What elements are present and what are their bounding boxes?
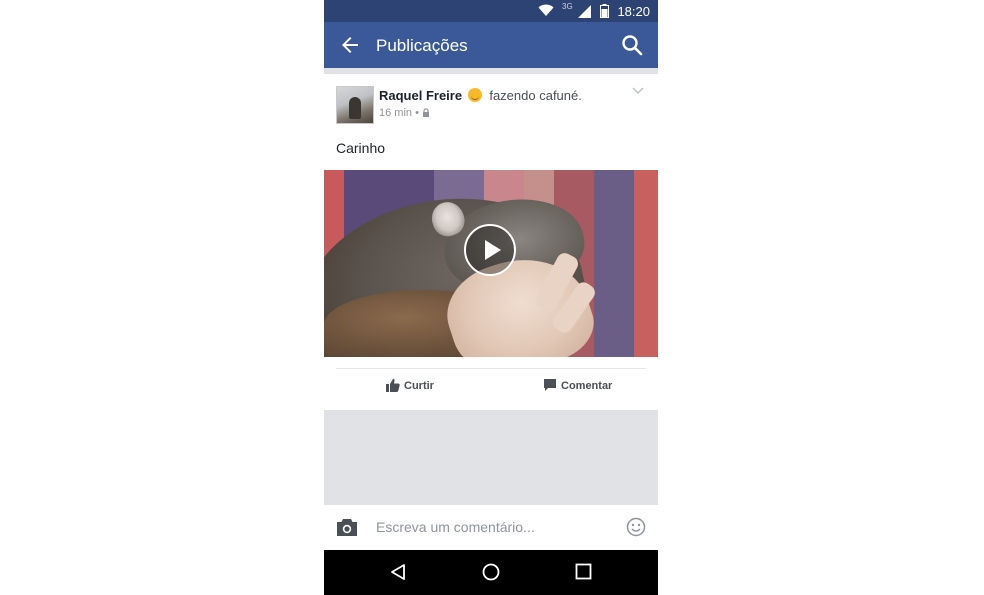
signal-icon	[578, 5, 591, 18]
post-meta: 16 min •	[379, 107, 430, 119]
like-label: Curtir	[404, 380, 434, 392]
author-name[interactable]: Raquel Freire	[379, 88, 462, 103]
post-text: Carinho	[336, 140, 386, 156]
play-icon	[485, 240, 501, 260]
video-player[interactable]	[324, 170, 658, 357]
author-line: Raquel Freire fazendo cafuné.	[379, 88, 582, 103]
app-bar: Publicações	[324, 22, 658, 68]
navigation-bar	[324, 550, 658, 595]
thumbs-up-icon	[386, 378, 400, 392]
post-header: Raquel Freire fazendo cafuné. 16 min •	[324, 74, 658, 128]
wifi-icon	[538, 4, 554, 16]
play-button[interactable]	[464, 224, 516, 276]
feeling-emoji-icon	[467, 88, 482, 102]
smiley-icon[interactable]	[626, 517, 646, 537]
back-triangle-icon[interactable]	[390, 563, 406, 581]
recents-square-icon[interactable]	[575, 563, 592, 580]
comment-bar	[324, 505, 658, 550]
chevron-down-icon[interactable]	[632, 86, 644, 96]
avatar-figure	[349, 97, 361, 119]
meta-separator: •	[415, 107, 419, 119]
search-icon[interactable]	[620, 33, 644, 57]
comment-label: Comentar	[561, 380, 613, 392]
home-circle-icon[interactable]	[482, 563, 500, 581]
avatar[interactable]	[336, 86, 374, 124]
phone-screen: 3G 18:20 Publicações Raquel Freire fazen…	[324, 0, 658, 595]
battery-icon	[600, 4, 609, 18]
feed-empty-area	[324, 410, 658, 505]
actions-divider	[336, 368, 646, 369]
like-button[interactable]: Curtir	[386, 378, 434, 392]
activity-text: fazendo cafuné.	[489, 88, 582, 103]
clock: 18:20	[617, 4, 650, 19]
camera-icon[interactable]	[336, 518, 358, 537]
lock-icon	[423, 108, 430, 117]
comment-button[interactable]: Comentar	[543, 378, 612, 392]
post-timestamp[interactable]: 16 min	[379, 107, 412, 119]
arrow-left-icon[interactable]	[338, 33, 362, 57]
comment-icon	[544, 379, 556, 391]
network-type: 3G	[562, 2, 573, 11]
status-bar: 3G 18:20	[324, 0, 658, 22]
page-title: Publicações	[376, 36, 468, 55]
comment-input[interactable]	[372, 515, 620, 539]
